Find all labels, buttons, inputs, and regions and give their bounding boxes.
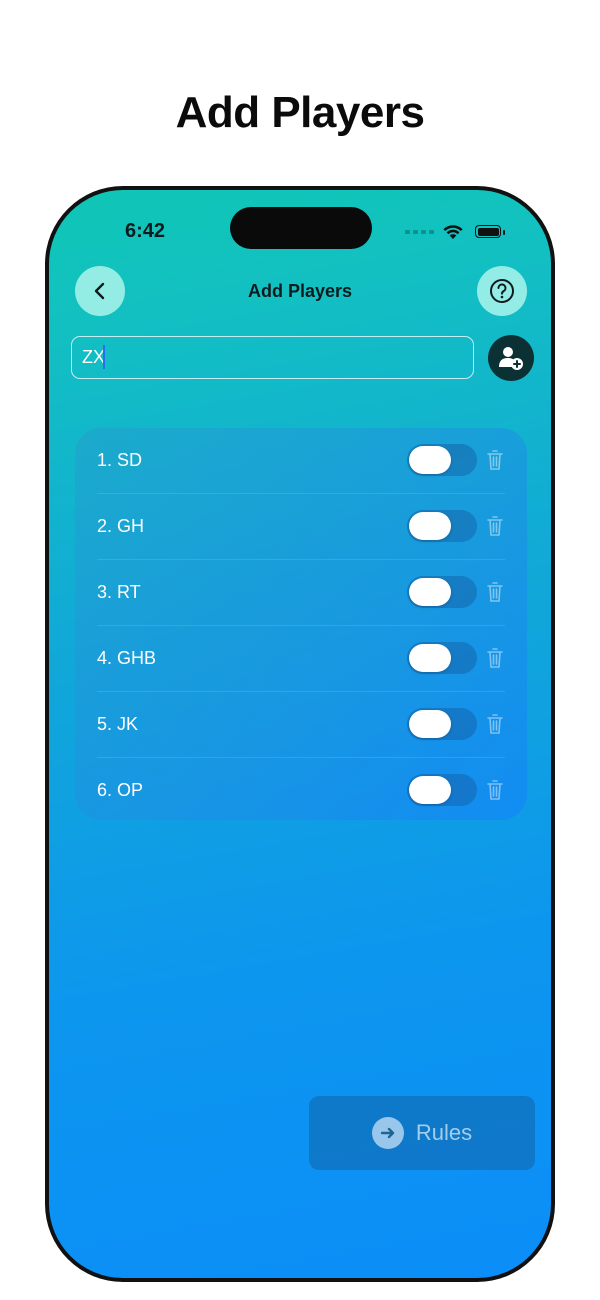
trash-icon[interactable] [485, 646, 505, 670]
player-toggle[interactable] [407, 708, 477, 740]
trash-icon[interactable] [485, 448, 505, 472]
battery-icon [475, 225, 501, 238]
player-row: 5. JK [97, 692, 505, 758]
player-name: 2. GH [97, 516, 145, 536]
phone-frame: 6:42 Add Players ZX 1. SD 2. GH 3. RT 4.… [45, 186, 555, 1282]
toggle-knob [409, 578, 451, 606]
page-headline: Add Players [175, 88, 425, 137]
player-row: 2. GH [97, 494, 505, 560]
status-icons [405, 222, 525, 242]
help-button[interactable] [477, 266, 527, 316]
player-toggle[interactable] [407, 774, 477, 806]
player-name: 5. JK [97, 714, 139, 734]
add-player-button[interactable] [488, 335, 534, 381]
player-name: 4. GHB [97, 648, 157, 668]
player-row: 6. OP [97, 758, 505, 824]
player-toggle[interactable] [407, 642, 477, 674]
players-list: 1. SD 2. GH 3. RT 4. GHB 5. JK 6. OP [75, 428, 527, 820]
player-name: 3. RT [97, 582, 141, 602]
toggle-knob [409, 776, 451, 804]
app-screen: 6:42 Add Players ZX 1. SD 2. GH 3. RT 4.… [49, 190, 551, 1278]
player-toggle[interactable] [407, 510, 477, 542]
player-toggle[interactable] [407, 576, 477, 608]
player-row: 3. RT [97, 560, 505, 626]
player-name-input[interactable] [71, 336, 474, 379]
nav-title: Add Players [247, 281, 353, 301]
rules-button[interactable]: Rules [309, 1096, 535, 1170]
dynamic-island [230, 207, 372, 249]
add-person-icon [499, 347, 523, 370]
text-caret [103, 345, 105, 369]
arrow-right-circle-icon [371, 1117, 404, 1149]
signal-icon [405, 230, 434, 234]
toggle-knob [409, 446, 451, 474]
wifi-icon [443, 225, 463, 239]
player-row: 4. GHB [97, 626, 505, 692]
trash-icon[interactable] [485, 514, 505, 538]
player-toggle[interactable] [407, 444, 477, 476]
player-name: 1. SD [97, 450, 143, 470]
player-row: 1. SD [97, 428, 505, 494]
question-circle-icon [490, 279, 514, 303]
status-time: 6:42 [125, 220, 166, 242]
toggle-knob [409, 710, 451, 738]
trash-icon[interactable] [485, 778, 505, 802]
player-name: 6. OP [97, 780, 144, 800]
battery-cap [503, 230, 505, 235]
trash-icon[interactable] [485, 580, 505, 604]
rules-button-label: Rules [415, 1120, 473, 1145]
toggle-knob [409, 644, 451, 672]
trash-icon[interactable] [485, 712, 505, 736]
toggle-knob [409, 512, 451, 540]
